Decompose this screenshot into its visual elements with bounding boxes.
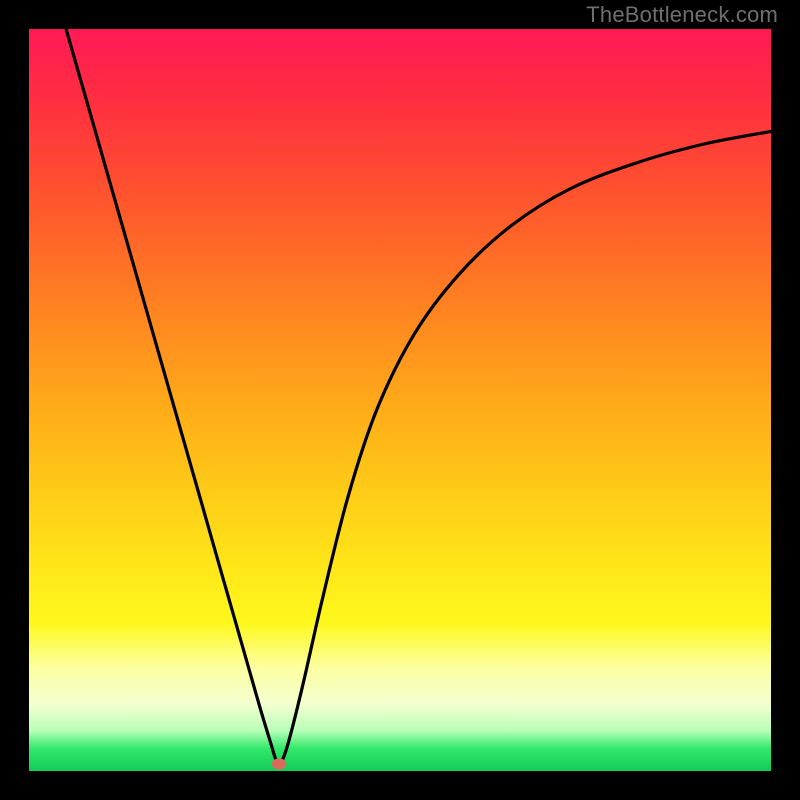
bottleneck-curve [66, 29, 771, 765]
chart-container: TheBottleneck.com [0, 0, 800, 800]
attribution-text: TheBottleneck.com [586, 2, 778, 28]
curve-svg [29, 29, 771, 771]
plot-area [29, 29, 771, 771]
optimum-marker [272, 758, 286, 769]
